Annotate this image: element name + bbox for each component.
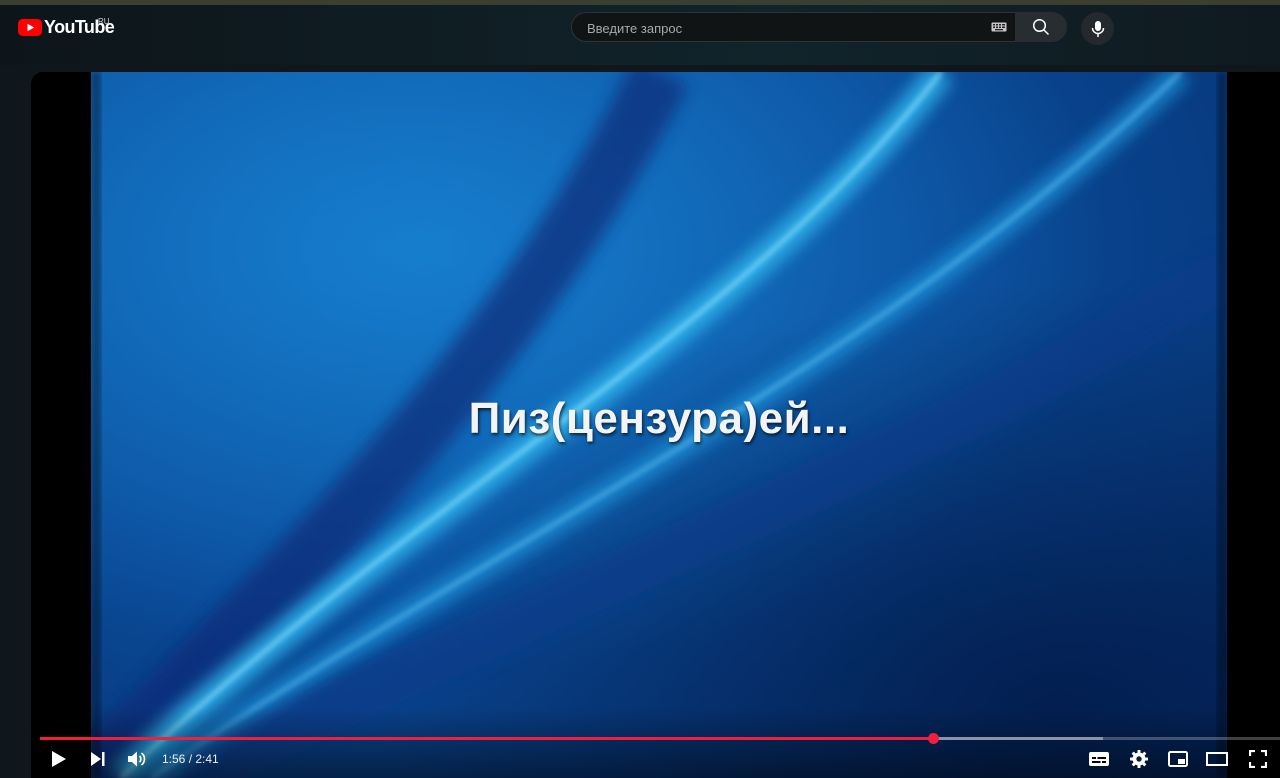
- theater-mode-icon: [1206, 752, 1228, 766]
- video-frame: Пиз(цензура)ей...: [91, 72, 1227, 778]
- miniplayer-icon: [1168, 751, 1188, 767]
- video-player[interactable]: Пиз(цензура)ей... 1:56 / 2:41: [31, 72, 1280, 778]
- search-button[interactable]: [1015, 12, 1067, 42]
- region-code: RU: [98, 17, 110, 26]
- mic-icon: [1091, 20, 1104, 37]
- video-caption: Пиз(цензура)ей...: [468, 394, 850, 443]
- next-button[interactable]: [86, 745, 110, 773]
- theater-mode-button[interactable]: [1204, 745, 1230, 773]
- youtube-play-icon: [18, 18, 42, 36]
- volume-icon: [128, 751, 146, 767]
- play-button[interactable]: [47, 745, 71, 773]
- progress-played: [40, 737, 933, 740]
- search-box: [571, 12, 1015, 43]
- fullscreen-button[interactable]: [1245, 745, 1271, 773]
- volume-button[interactable]: [124, 745, 150, 773]
- settings-button[interactable]: [1126, 745, 1152, 773]
- progress-bar[interactable]: [40, 733, 1280, 744]
- voice-search-button[interactable]: [1081, 12, 1114, 45]
- fullscreen-icon: [1249, 750, 1267, 768]
- progress-scrubber[interactable]: [927, 733, 939, 744]
- miniplayer-button[interactable]: [1165, 745, 1191, 773]
- search-input[interactable]: [585, 13, 984, 43]
- next-icon: [91, 752, 105, 766]
- play-icon: [52, 751, 66, 767]
- gear-icon: [1130, 750, 1148, 768]
- time-display: 1:56 / 2:41: [162, 752, 219, 766]
- masthead: YouTube RU: [0, 5, 1280, 65]
- subtitles-icon: [1089, 752, 1109, 766]
- keyboard-icon[interactable]: [991, 21, 1007, 33]
- subtitles-button[interactable]: [1086, 745, 1112, 773]
- search-icon: [1032, 18, 1050, 36]
